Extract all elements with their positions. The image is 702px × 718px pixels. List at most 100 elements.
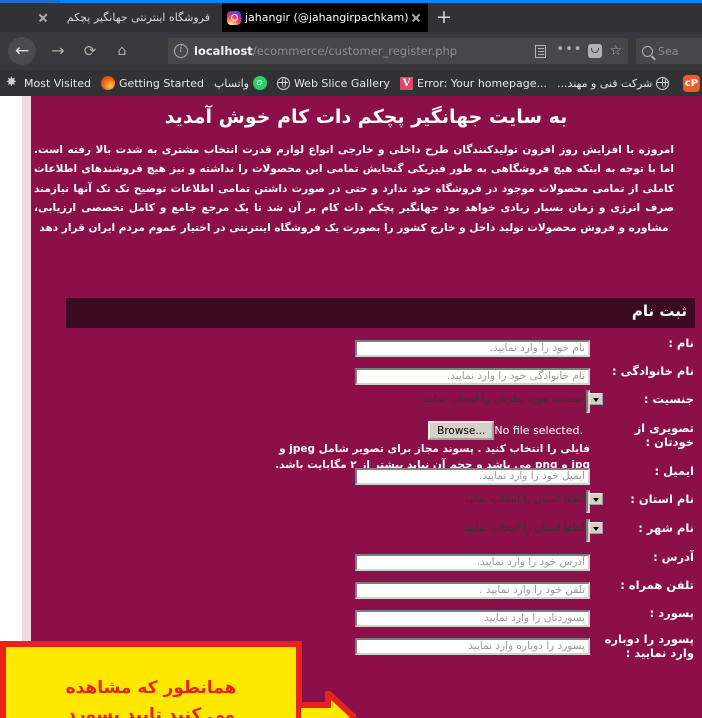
control-email (355, 464, 590, 485)
tab-strip: فروشگاه اینترنتی جهانگیر پچکم jahangir (… (0, 0, 702, 32)
form-row-mobile: تلفن همراه : (0, 578, 702, 601)
bookmarks-toolbar: ✸ Most Visited Getting Started واتساپ We… (0, 70, 702, 96)
no-file-selected-text: No file selected. (494, 424, 583, 437)
address-input[interactable] (355, 553, 590, 571)
chevron-down-icon[interactable] (589, 393, 603, 405)
browser-chrome: فروشگاه اینترنتی جهانگیر پچکم jahangir (… (0, 0, 702, 96)
confirm-password-input[interactable] (355, 637, 590, 655)
gender-select[interactable]: جنسیت مورد نظرتان را انتخاب نمایید. (419, 390, 603, 413)
bookmark-label: واتساپ (214, 76, 249, 90)
url-path: /ecommerce/customer_register.php (252, 44, 458, 58)
annotation-line-2: می کنید تایید پسورد (67, 704, 235, 718)
form-row-province: نام استان : لطفا استان را انتخاب نمایید (0, 490, 702, 516)
bookmark-label: Error: Your homepage... (417, 76, 547, 90)
tab-shop[interactable]: فروشگاه اینترنتی جهانگیر پچکم (30, 3, 220, 32)
annotation-line-1: همانطور که مشاهده (65, 678, 237, 699)
cpanel-icon[interactable]: cP (683, 75, 700, 92)
pocket-icon[interactable] (588, 44, 603, 58)
label-mobile: تلفن همراه : (620, 578, 694, 592)
page-content: به سایت جهانگیر پچکم دات کام خوش آمدید ا… (0, 96, 702, 718)
bookmark-getting-started[interactable]: Getting Started (100, 76, 204, 90)
back-button-icon[interactable]: ← (8, 37, 36, 65)
form-row-photo: تصویری از خودتان : Browse... No file sel… (0, 421, 702, 471)
label-gender: جنسیت : (643, 392, 694, 406)
bookmark-whatsapp[interactable]: واتساپ (214, 76, 267, 90)
label-province: نام استان : (630, 492, 694, 506)
registration-form: نام : نام خانوادگی : جنسیت : جنسیت مورد … (0, 336, 702, 669)
annotation-box: همانطور که مشاهده می کنید تایید پسورد اض… (0, 641, 302, 718)
label-first-name: نام : (668, 336, 694, 350)
section-title: ثبت نام (631, 302, 687, 320)
label-address: آدرس : (653, 550, 694, 564)
forward-button-icon[interactable]: → (44, 37, 72, 65)
globe-icon (276, 76, 290, 90)
tab-title: jahangir (@jahangirpachkam) • Ins (245, 11, 409, 24)
control-password (355, 606, 590, 627)
form-row-first-name: نام : (0, 336, 702, 359)
reader-mode-icon[interactable] (535, 44, 547, 58)
page-title: به سایت جهانگیر پچکم دات کام خوش آمدید (164, 106, 568, 128)
label-city: نام شهر : (638, 521, 694, 535)
tab-title: فروشگاه اینترنتی جهانگیر پچکم (66, 11, 210, 24)
search-input-placeholder: Sea (658, 44, 679, 58)
form-row-last-name: نام خانوادگی : (0, 364, 702, 387)
bookmark-error-homepage[interactable]: V Error: Your homepage... (400, 76, 547, 90)
last-name-input[interactable] (355, 367, 590, 385)
instagram-icon (227, 10, 241, 25)
label-confirm-password: پسورد را دوباره وارد نمایید : (604, 632, 694, 661)
control-mobile (355, 578, 590, 599)
form-row-email: ایمیل : (0, 464, 702, 487)
browse-button[interactable]: Browse... (428, 421, 495, 440)
email-input[interactable] (355, 467, 590, 485)
password-input[interactable] (355, 609, 590, 627)
close-icon[interactable] (36, 11, 50, 25)
bookmark-label: Web Slice Gallery (293, 76, 391, 90)
bookmark-star-icon[interactable]: ☆ (609, 44, 622, 58)
browser-window: فروشگاه اینترنتی جهانگیر پچکم jahangir (… (0, 0, 702, 718)
reload-button-icon[interactable]: ⟳ (76, 37, 104, 65)
search-icon (642, 45, 653, 57)
whatsapp-icon (252, 76, 267, 90)
bookmark-web-slice-gallery[interactable]: Web Slice Gallery (276, 76, 391, 90)
new-tab-button[interactable]: + (434, 8, 454, 28)
file-help-line-1: فایلی را انتخاب کنید . پسوند مجاز برای ت… (279, 443, 590, 455)
intro-paragraph: امروزه با افزایش روز افزون تولیدکنندگان … (34, 144, 674, 234)
bookmark-company[interactable]: شرکت فنی و مهند... (556, 76, 670, 90)
control-first-name (355, 336, 590, 357)
home-button-icon[interactable]: ⌂ (108, 37, 136, 65)
first-name-input[interactable] (355, 339, 590, 357)
v-icon: V (400, 76, 414, 90)
address-bar[interactable]: i localhost/ecommerce/customer_register.… (168, 38, 628, 64)
search-bar[interactable]: Sea (636, 38, 702, 64)
label-email: ایمیل : (654, 464, 694, 478)
control-photo: Browse... No file selected. (428, 421, 590, 440)
bookmark-label: شرکت فنی و مهند... (556, 76, 653, 90)
label-photo: تصویری از خودتان : (634, 421, 694, 450)
globe-icon (656, 76, 670, 90)
label-password: پسورد : (649, 606, 694, 620)
bookmark-label: Getting Started (118, 76, 204, 90)
firefox-icon (100, 76, 115, 90)
annotation-arrow-icon (296, 691, 356, 718)
form-row-password: پسورد : (0, 606, 702, 629)
control-confirm-password (355, 634, 590, 655)
chevron-down-icon[interactable] (589, 522, 603, 534)
province-select-value: لطفا استان را انتخاب نمایید (463, 493, 584, 505)
site-info-icon[interactable]: i (174, 44, 188, 58)
close-icon[interactable] (409, 11, 423, 25)
page-actions-icon[interactable]: ••• (556, 42, 582, 57)
control-province: لطفا استان را انتخاب نمایید (464, 490, 603, 513)
province-select[interactable]: لطفا استان را انتخاب نمایید (464, 490, 603, 513)
mobile-input[interactable] (355, 581, 590, 599)
url-host: localhost (194, 44, 253, 58)
navigation-toolbar: ← → ⟳ ⌂ i localhost/ecommerce/customer_r… (0, 32, 702, 70)
bookmark-label: Most Visited (24, 76, 91, 90)
form-row-gender: جنسیت : جنسیت مورد نظرتان را انتخاب نمای… (0, 390, 702, 416)
city-select[interactable]: لطفا استان را انتخاب نمایید (464, 519, 603, 542)
control-address (355, 550, 590, 571)
bookmark-most-visited[interactable]: ✸ Most Visited (6, 76, 91, 90)
tab-instagram[interactable]: jahangir (@jahangirpachkam) • Ins (222, 3, 428, 32)
control-gender: جنسیت مورد نظرتان را انتخاب نمایید. (419, 390, 603, 413)
form-row-address: آدرس : (0, 550, 702, 573)
chevron-down-icon[interactable] (589, 493, 603, 505)
